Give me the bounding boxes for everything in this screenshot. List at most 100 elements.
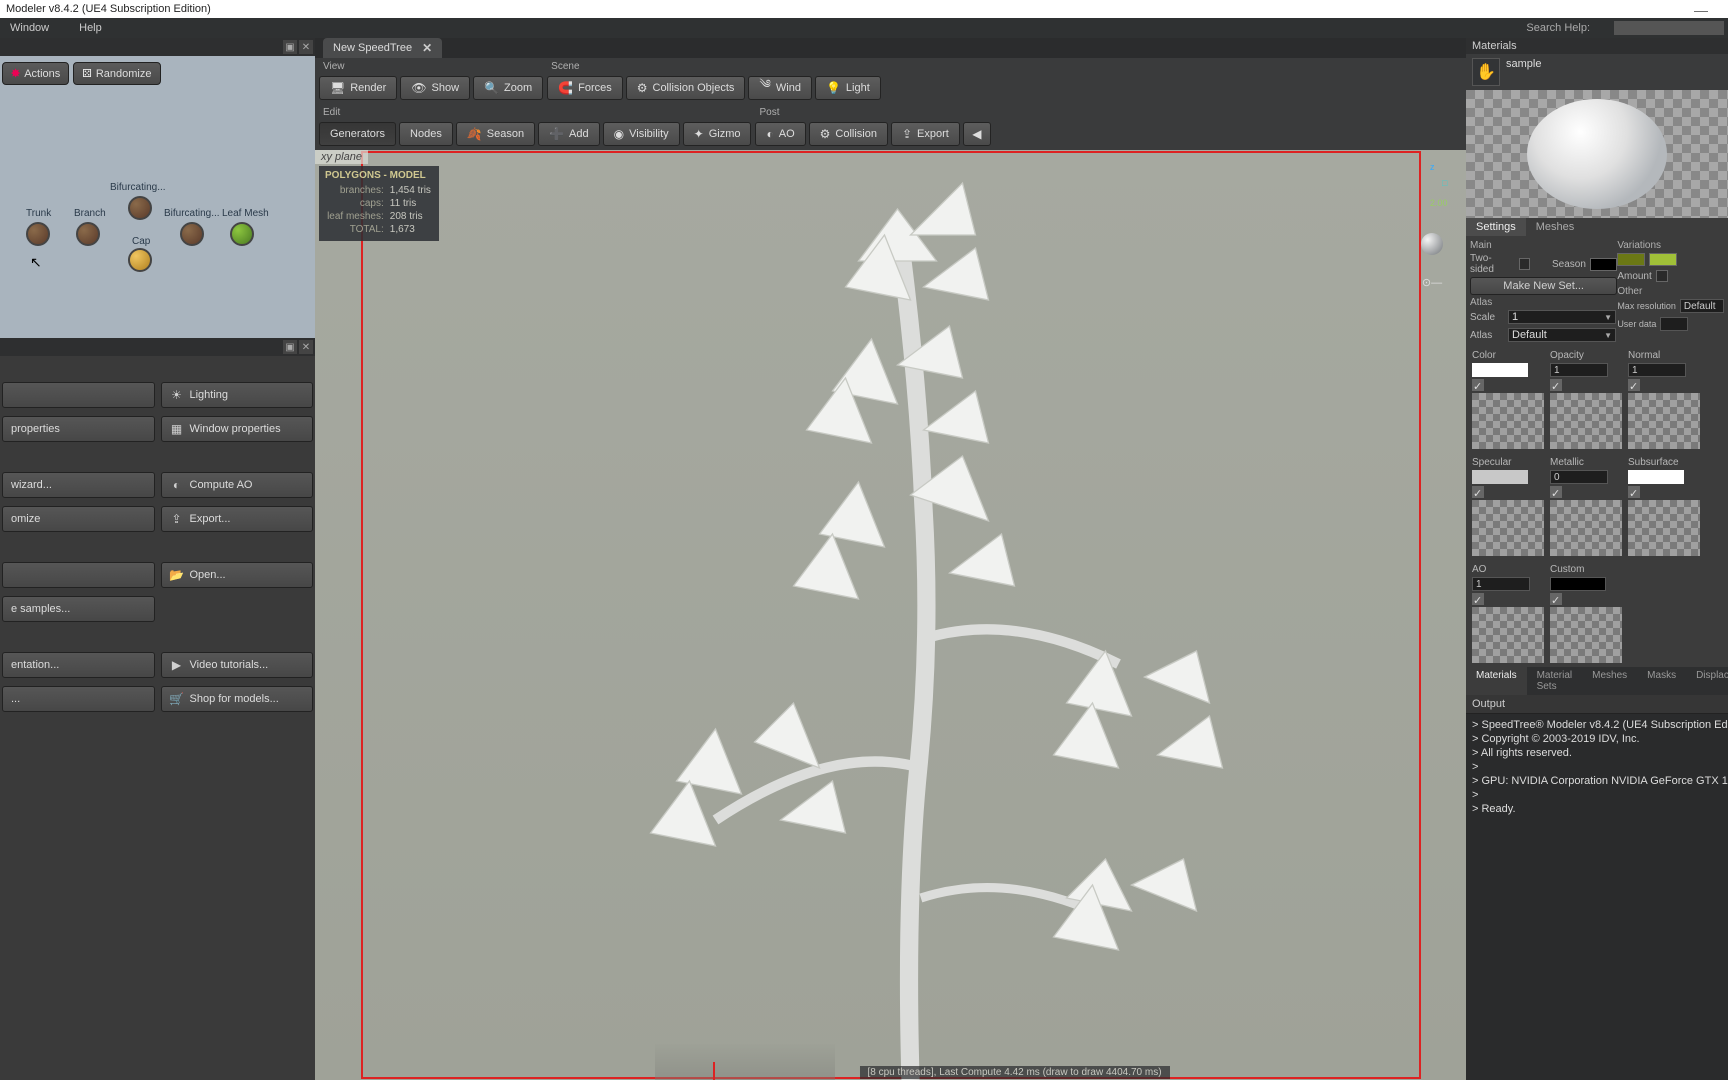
dock-icon[interactable]: ▣ [283, 340, 297, 354]
maxres-input[interactable]: Default [1680, 299, 1724, 313]
subsurface-enable-checkbox[interactable]: ✓ [1628, 486, 1640, 498]
specular-texture[interactable] [1472, 500, 1544, 556]
specular-swatch[interactable] [1472, 470, 1528, 484]
material-preview[interactable] [1466, 90, 1728, 218]
color-swatch[interactable] [1472, 363, 1528, 377]
opacity-enable-checkbox[interactable]: ✓ [1550, 379, 1562, 391]
tab-new-speedtree[interactable]: New SpeedTree ✕ [323, 38, 442, 58]
opacity-input[interactable]: 1 [1550, 363, 1608, 377]
export-post-button[interactable]: ⇪Export [891, 122, 960, 146]
scale-input[interactable]: 1▼ [1508, 310, 1616, 324]
variation-2-swatch[interactable] [1649, 253, 1677, 266]
variation-1-swatch[interactable] [1617, 253, 1645, 266]
season-button[interactable]: 🍂Season [456, 122, 535, 146]
open-button[interactable]: 📂Open... [161, 562, 314, 588]
dock-icon[interactable]: ▣ [283, 40, 297, 54]
node-leaf-mesh[interactable] [230, 222, 254, 246]
tab-settings[interactable]: Settings [1466, 218, 1526, 236]
wizard-button[interactable]: wizard... [2, 472, 155, 498]
wind-button[interactable]: ༄Wind [748, 76, 812, 100]
node-bifurcating-2[interactable] [180, 222, 204, 246]
camera-widget[interactable]: ⊙— [1412, 270, 1452, 294]
ao-enable-checkbox[interactable]: ✓ [1472, 593, 1484, 605]
ao-input[interactable]: 1 [1472, 577, 1530, 591]
generators-button[interactable]: Generators [319, 122, 396, 146]
hand-icon[interactable]: ✋ [1472, 58, 1500, 86]
custom-enable-checkbox[interactable]: ✓ [1550, 593, 1562, 605]
specular-enable-checkbox[interactable]: ✓ [1472, 486, 1484, 498]
orbit-widget[interactable] [1412, 224, 1452, 264]
season-swatch[interactable] [1590, 258, 1617, 271]
subsurface-swatch[interactable] [1628, 470, 1684, 484]
node-graph[interactable]: ✸Actions ⚄Randomize Trunk Branch Bifurca… [0, 56, 315, 338]
node-trunk[interactable] [26, 222, 50, 246]
axis-widget[interactable]: z □ 2.00 [1394, 160, 1454, 232]
color-texture[interactable] [1472, 393, 1544, 449]
menu-help[interactable]: Help [73, 22, 108, 34]
output-console[interactable]: > SpeedTree® Modeler v8.4.2 (UE4 Subscri… [1466, 714, 1728, 1080]
minimize-icon[interactable]: — [1694, 2, 1708, 18]
collision-objects-button[interactable]: ⚙Collision Objects [626, 76, 746, 100]
render-button[interactable]: 🖥Render [319, 76, 397, 100]
video-tutorials-button[interactable]: ▶Video tutorials... [161, 652, 314, 678]
visibility-button[interactable]: ◉Visibility [603, 122, 680, 146]
subsurface-texture[interactable] [1628, 500, 1700, 556]
actions-button[interactable]: ✸Actions [2, 62, 69, 85]
forces-button[interactable]: 🧲Forces [547, 76, 623, 100]
userdata-input[interactable] [1660, 317, 1688, 331]
light-button[interactable]: 💡Light [815, 76, 881, 100]
opacity-texture[interactable] [1550, 393, 1622, 449]
close-tab-icon[interactable]: ✕ [422, 41, 432, 55]
tab-meshes-b[interactable]: Meshes [1582, 667, 1637, 695]
back-button[interactable]: ◀ [963, 122, 991, 146]
nodes-button[interactable]: Nodes [399, 122, 453, 146]
shop-for-models-button[interactable]: 🛒Shop for models... [161, 686, 314, 712]
more-button[interactable]: ... [2, 686, 155, 712]
custom-texture[interactable] [1550, 607, 1622, 663]
custom-swatch[interactable] [1550, 577, 1606, 591]
randomize-button-2[interactable]: omize [2, 506, 155, 532]
tab-materials[interactable]: Materials [1466, 667, 1527, 695]
search-help-input[interactable] [1614, 21, 1724, 35]
metallic-input[interactable]: 0 [1550, 470, 1608, 484]
window-properties-button[interactable]: ▦Window properties [161, 416, 314, 442]
unknown-button-2[interactable] [2, 562, 155, 588]
unknown-button-1[interactable] [2, 382, 155, 408]
show-button[interactable]: 👁Show [400, 76, 470, 100]
metallic-enable-checkbox[interactable]: ✓ [1550, 486, 1562, 498]
amount-checkbox[interactable] [1656, 270, 1668, 282]
add-button[interactable]: ➕Add [538, 122, 600, 146]
export-button[interactable]: ⇪Export... [161, 506, 314, 532]
properties-button[interactable]: properties [2, 416, 155, 442]
close-panel-icon[interactable]: ✕ [299, 340, 313, 354]
tab-meshes[interactable]: Meshes [1526, 218, 1585, 236]
close-panel-icon[interactable]: ✕ [299, 40, 313, 54]
collision-button[interactable]: ⚙Collision [809, 122, 888, 146]
normal-input[interactable]: 1 [1628, 363, 1686, 377]
twosided-checkbox[interactable] [1519, 258, 1531, 270]
documentation-button[interactable]: entation... [2, 652, 155, 678]
metallic-texture[interactable] [1550, 500, 1622, 556]
node-cap[interactable] [128, 248, 152, 272]
make-new-set-button[interactable]: Make New Set... [1470, 277, 1617, 295]
material-name[interactable]: sample [1506, 58, 1722, 86]
lighting-button[interactable]: ☀Lighting [161, 382, 314, 408]
gizmo-button[interactable]: ✦Gizmo [683, 122, 752, 146]
tab-displacements[interactable]: Displacements [1686, 667, 1728, 695]
tab-masks[interactable]: Masks [1637, 667, 1686, 695]
normal-texture[interactable] [1628, 393, 1700, 449]
atlas-dropdown[interactable]: Default▼ [1508, 328, 1616, 342]
node-bifurcating-1[interactable] [128, 196, 152, 220]
samples-button[interactable]: e samples... [2, 596, 155, 622]
zoom-button[interactable]: 🔍Zoom [473, 76, 543, 100]
color-enable-checkbox[interactable]: ✓ [1472, 379, 1484, 391]
randomize-button[interactable]: ⚄Randomize [73, 62, 160, 85]
menu-window[interactable]: Window [4, 22, 55, 34]
ao-texture[interactable] [1472, 607, 1544, 663]
viewport[interactable]: xy plane POLYGONS - MODEL branches:1,454… [315, 150, 1466, 1080]
compute-ao-button[interactable]: ◐Compute AO [161, 472, 314, 498]
ao-button[interactable]: ◐AO [755, 122, 805, 146]
tab-material-sets[interactable]: Material Sets [1527, 667, 1583, 695]
normal-enable-checkbox[interactable]: ✓ [1628, 379, 1640, 391]
node-branch[interactable] [76, 222, 100, 246]
